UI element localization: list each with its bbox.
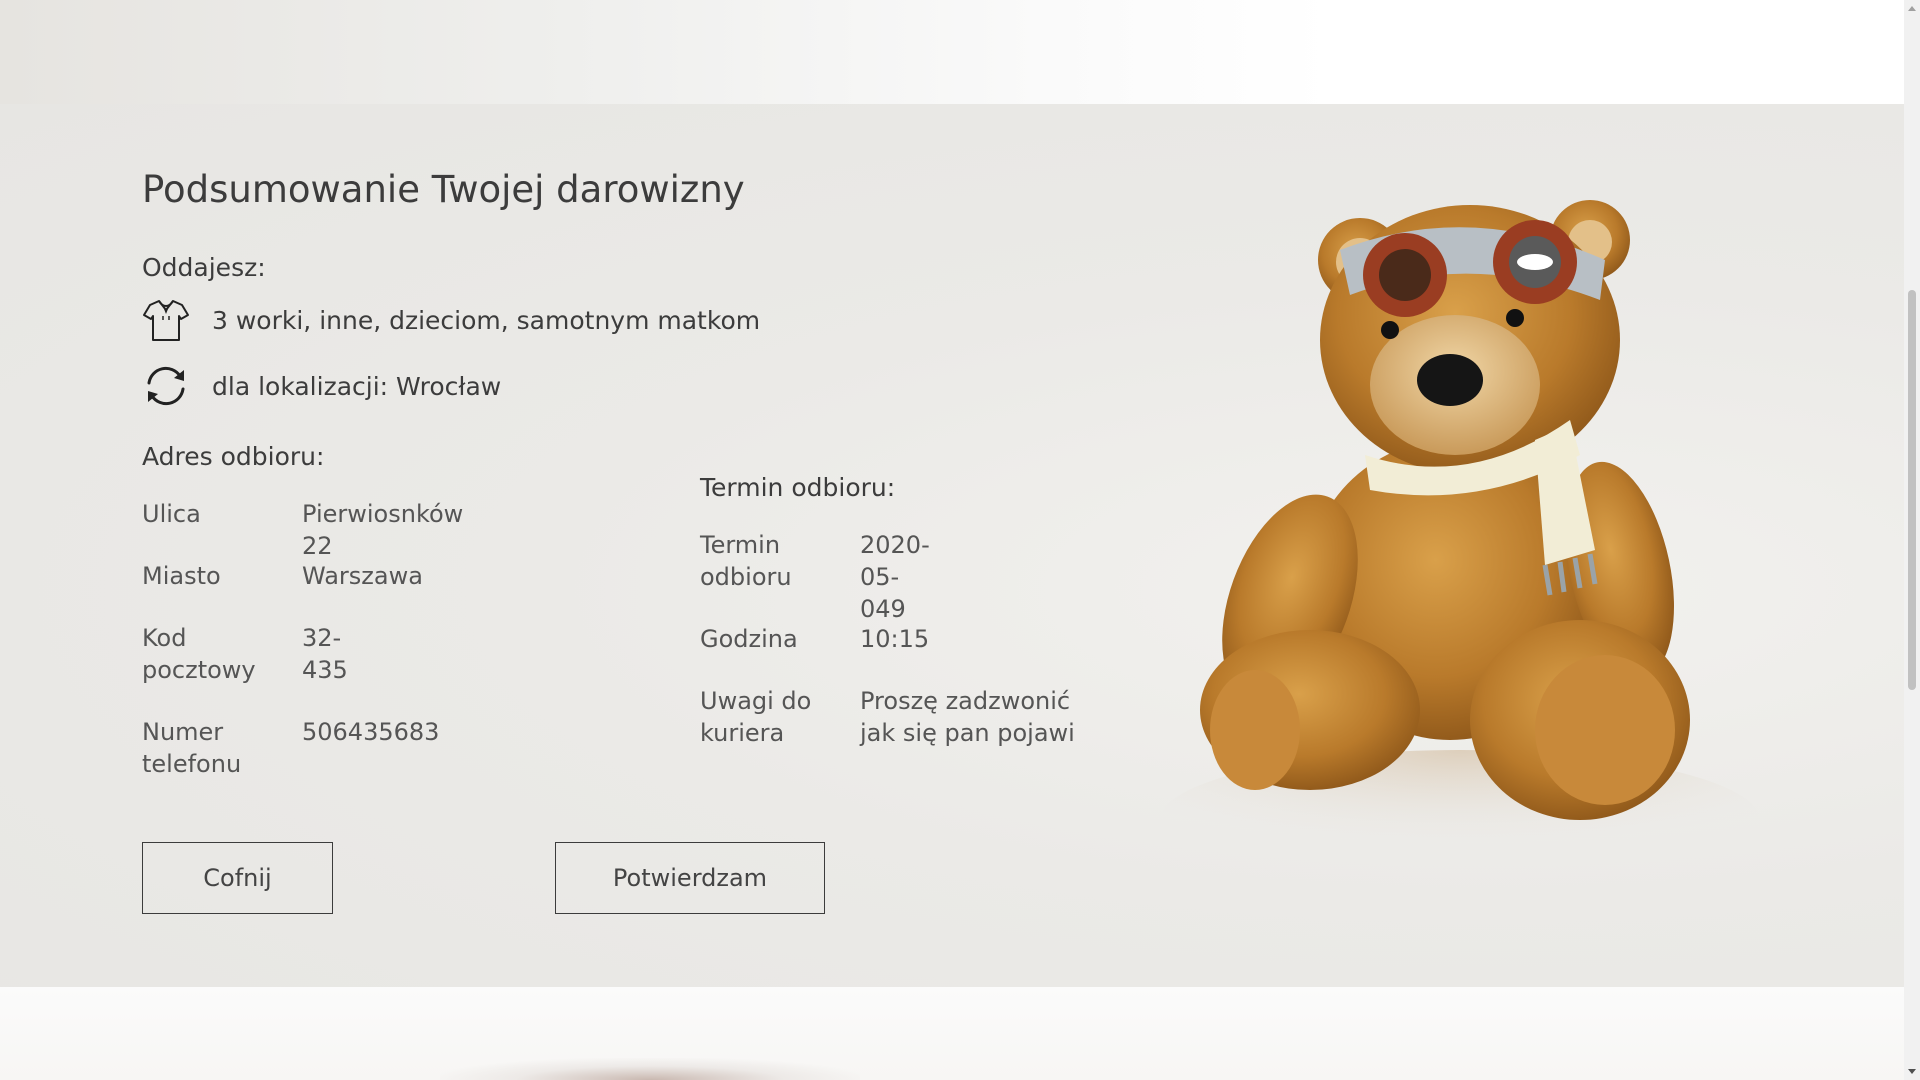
address-heading: Adres odbioru: [142,442,325,471]
pickup-heading: Termin odbioru: [700,473,896,502]
pickup-date-value: 2020-05-049 [860,531,930,623]
back-button[interactable]: Cofnij [142,842,333,914]
items-summary-row: 3 worki, inne, dzieciom, samotnym matkom [142,296,760,344]
phone-value: 506435683 [302,718,440,746]
street-label: Ulica [142,500,201,528]
refresh-icon [142,362,190,410]
bottom-decoration [440,1058,860,1080]
pickup-time-label: Godzina [700,625,798,653]
phone-label: Numer telefonu [142,718,242,778]
city-value: Warszawa [302,562,423,590]
city-label: Miasto [142,562,221,590]
top-image-band [0,0,1904,104]
street-value: Pierwiosnków 22 [302,500,464,560]
postal-code-value: 32-435 [302,624,348,684]
postal-code-label: Kod pocztowy [142,624,256,684]
scroll-thumb[interactable] [1908,290,1916,690]
items-summary-text: 3 worki, inne, dzieciom, samotnym matkom [212,305,761,335]
courier-notes-label: Uwagi do kuriera [700,687,812,747]
page-scrollbar[interactable] [1904,0,1920,1080]
pickup-date-label: Termin odbioru [700,531,792,591]
bottom-image-band [0,987,1904,1080]
page-title: Podsumowanie Twojej darowizny [142,168,745,211]
teddy-bear-image [1150,190,1790,890]
pickup-time-value: 10:15 [860,625,930,653]
giving-label: Oddajesz: [142,253,266,282]
confirm-button[interactable]: Potwierdzam [555,842,825,914]
location-summary-text: dla lokalizacji: Wrocław [212,371,502,401]
courier-notes-value: Proszę zadzwonić jak się pan pojawi [860,687,1075,747]
shirt-icon [142,296,190,344]
scroll-up-icon[interactable] [1908,6,1916,11]
location-summary-row: dla lokalizacji: Wrocław [142,362,501,410]
scroll-down-icon[interactable] [1908,1069,1916,1074]
